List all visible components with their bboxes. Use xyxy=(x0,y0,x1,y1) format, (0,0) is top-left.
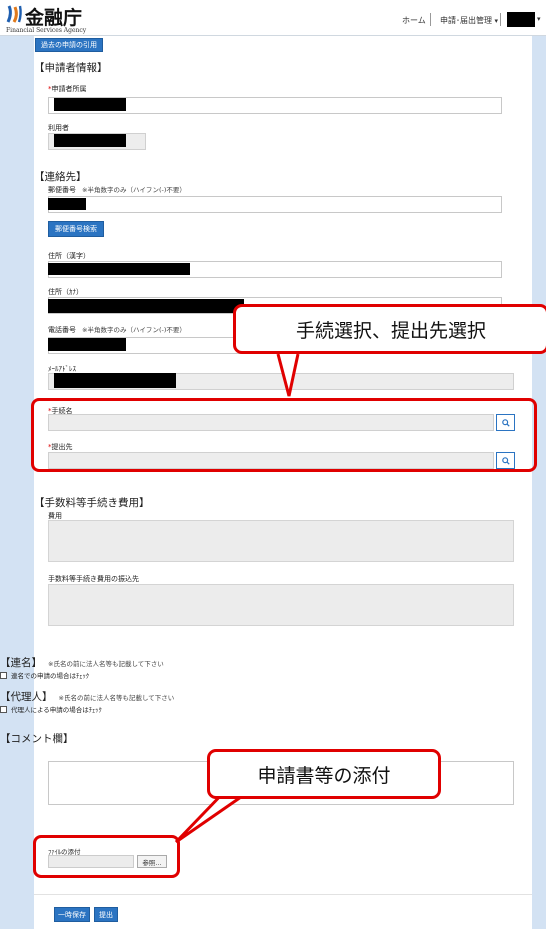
redacted-value xyxy=(48,299,244,313)
nav-home-link[interactable]: ホーム xyxy=(402,15,426,26)
agent-check-label: 代理人による申請の場合はﾁｪｯｸ xyxy=(11,706,102,714)
attachment-highlight-box xyxy=(33,835,180,878)
agent-section-text: 【代理人】 xyxy=(0,691,53,703)
phone-note: ※半角数字のみ（ハイフン(-)不要） xyxy=(82,326,186,334)
agent-section-note: ※氏名の前に法人名等も記載して下さい xyxy=(58,694,175,702)
postal-code-note: ※半角数字のみ（ハイフン(-)不要） xyxy=(82,186,186,194)
applicant-affiliation-label: *申請者所属 xyxy=(48,84,87,94)
joint-section-note: ※氏名の前に法人名等も記載して下さい xyxy=(48,660,164,668)
logo-text: 金融庁 xyxy=(25,7,83,29)
redacted-value xyxy=(54,134,126,147)
fee-account-label: 手数料等手続き費用の振込先 xyxy=(48,575,139,583)
user-label: 利用者 xyxy=(48,124,69,132)
redacted-value xyxy=(48,198,86,210)
header-bar: 金融庁 Financial Services Agency ホーム 申請･届出管… xyxy=(0,0,546,36)
address-kanji-label: 住所（漢字） xyxy=(48,252,90,260)
footer-divider xyxy=(34,894,532,895)
joint-section-title: 【連名】 ※氏名の前に法人名等も記載して下さい xyxy=(0,655,164,670)
address-kana-label: 住所（ｶﾅ） xyxy=(48,288,83,296)
attachment-callout: 申請書等の添付 xyxy=(207,749,441,799)
agent-section-title: 【代理人】 ※氏名の前に法人名等も記載して下さい xyxy=(0,689,174,704)
checkbox-box[interactable] xyxy=(0,671,7,679)
fee-account-textarea xyxy=(48,584,514,626)
joint-application-checkbox[interactable]: 連名での申請の場合はﾁｪｯｸ xyxy=(0,670,89,680)
checkbox-box[interactable] xyxy=(0,705,7,713)
procedure-highlight-box xyxy=(31,398,537,472)
logo-subtitle: Financial Services Agency xyxy=(6,27,87,34)
temporary-save-button[interactable]: 一時保存 xyxy=(54,907,90,922)
postal-code-label-text: 郵便番号 xyxy=(48,186,76,194)
phone-label: 電話番号 ※半角数字のみ（ハイフン(-)不要） xyxy=(48,324,186,335)
comment-section-title: 【コメント欄】 xyxy=(0,733,74,745)
nav-separator xyxy=(500,13,501,26)
nav-apply-label: 申請･届出管理 xyxy=(440,16,492,25)
prev-application-button[interactable]: 過去の申請の引用 xyxy=(35,38,103,52)
user-menu-redacted[interactable] xyxy=(507,12,535,27)
applicant-affiliation-text: 申請者所属 xyxy=(51,85,87,93)
postal-code-label: 郵便番号 ※半角数字のみ（ハイフン(-)不要） xyxy=(48,184,186,195)
nav-separator xyxy=(430,13,431,26)
submit-button[interactable]: 提出 xyxy=(94,907,118,922)
postal-search-button[interactable]: 郵便番号検索 xyxy=(48,221,104,237)
nav-apply-menu[interactable]: 申請･届出管理 ▾ xyxy=(440,15,498,26)
agent-application-checkbox[interactable]: 代理人による申請の場合はﾁｪｯｸ xyxy=(0,704,102,714)
chevron-down-icon: ▾ xyxy=(494,17,499,25)
redacted-value xyxy=(48,263,190,275)
redacted-value xyxy=(54,98,126,111)
user-menu-chevron-down-icon[interactable]: ▾ xyxy=(537,15,541,23)
joint-section-text: 【連名】 xyxy=(0,657,42,669)
contact-section-title: 【連絡先】 xyxy=(34,171,87,183)
fee-section-title: 【手数料等手続き費用】 xyxy=(34,497,150,509)
redacted-value xyxy=(48,338,126,351)
cost-textarea xyxy=(48,520,514,562)
postal-code-input[interactable] xyxy=(48,196,502,213)
redacted-value xyxy=(54,373,176,388)
procedure-callout: 手続選択、提出先選択 xyxy=(233,304,546,354)
fsa-logo-icon xyxy=(6,5,22,23)
joint-check-label: 連名での申請の場合はﾁｪｯｸ xyxy=(11,672,89,680)
applicant-section-title: 【申請者情報】 xyxy=(34,62,108,74)
phone-label-text: 電話番号 xyxy=(48,326,76,334)
